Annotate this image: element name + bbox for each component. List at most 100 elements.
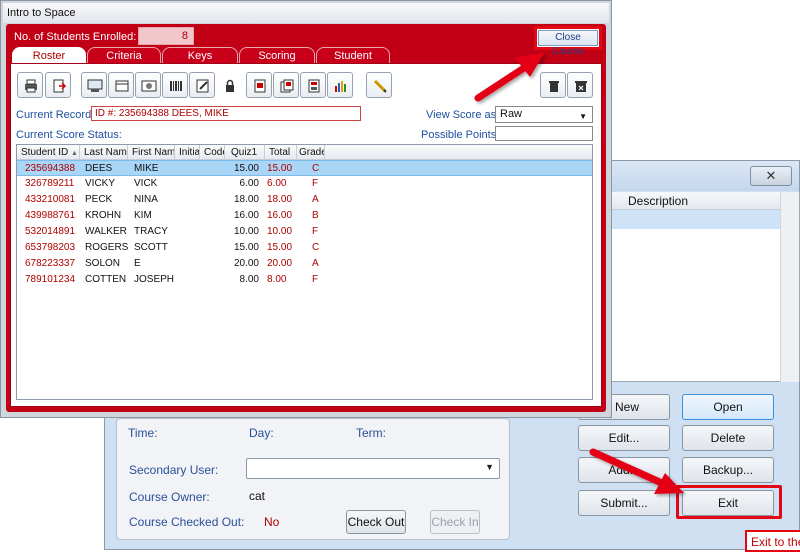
secondary-user-select[interactable]: ▼ <box>246 458 500 479</box>
view-score-select[interactable]: Raw ▼ <box>495 106 593 123</box>
pencil-icon <box>373 79 387 93</box>
course-owner-label: Course Owner: <box>129 490 210 504</box>
trash-button[interactable] <box>540 72 566 98</box>
student-id-cell: 235694388 <box>25 163 76 174</box>
first-name-cell: SCOTT <box>134 242 168 253</box>
last-name-cell: DEES <box>85 163 113 174</box>
last-name-cell: PECK <box>85 194 113 205</box>
lock-icon <box>226 79 234 92</box>
class-button[interactable] <box>81 72 107 98</box>
col-total[interactable]: Total <box>265 145 297 160</box>
view-score-value: Raw <box>500 108 523 120</box>
class-icon <box>87 79 103 92</box>
print-button[interactable] <box>17 72 43 98</box>
quiz1-cell: 15.00 <box>233 163 259 174</box>
delete-button[interactable]: Delete <box>682 425 774 451</box>
roster-table: Student ID ▲ Last Name First Name Initia… <box>16 144 593 400</box>
close-course-button[interactable]: Close Course <box>538 30 598 57</box>
tab-scoring[interactable]: Scoring <box>239 47 315 63</box>
total-cell: 16.00 <box>267 210 293 221</box>
quiz1-cell: 20.00 <box>233 258 259 269</box>
grade-cell: F <box>312 226 319 237</box>
time-label: Time: <box>128 426 158 440</box>
table-row[interactable]: 235694388 DEES MIKE 15.00 15.00 C <box>17 160 592 176</box>
page-button[interactable] <box>246 72 272 98</box>
window-title: Intro to Space <box>3 3 609 23</box>
table-row[interactable]: 439988761 KROHN KIM 16.00 16.00 B <box>17 208 592 224</box>
col-quiz1[interactable]: Quiz1 <box>225 145 265 160</box>
tab-roster[interactable]: Roster <box>12 47 86 64</box>
col-code[interactable]: Code <box>200 145 225 160</box>
export-icon <box>53 79 67 93</box>
current-score-status-label: Current Score Status: <box>16 129 122 141</box>
table-row[interactable]: 326789211 VICKY VICK 6.00 6.00 F <box>17 176 592 192</box>
tab-criteria[interactable]: Criteria <box>87 47 161 63</box>
sort-ascending-icon: ▲ <box>71 150 78 157</box>
chart-icon <box>335 81 346 92</box>
col-last-name[interactable]: Last Name <box>80 145 128 160</box>
grade-cell: C <box>312 163 320 174</box>
student-id-cell: 433210081 <box>25 194 76 205</box>
lock-button[interactable] <box>216 72 242 98</box>
col-student-id[interactable]: Student ID ▲ <box>17 145 80 160</box>
course-list-scrollbar[interactable] <box>780 192 799 382</box>
last-name-cell: COTTEN <box>85 274 127 285</box>
col-first-name[interactable]: First Name <box>128 145 175 160</box>
quiz1-cell: 6.00 <box>239 178 259 189</box>
calculator-button[interactable] <box>300 72 326 98</box>
col-grade[interactable]: Grade <box>297 145 325 160</box>
open-button[interactable]: Open <box>682 394 774 420</box>
last-name-cell: WALKER <box>85 226 127 237</box>
pages-button[interactable] <box>273 72 299 98</box>
exit-tooltip: Exit to the <box>745 530 800 552</box>
check-out-button[interactable]: Check Out <box>346 510 406 534</box>
edit-button[interactable]: Edit... <box>578 425 670 451</box>
calculator-icon <box>308 79 320 93</box>
check-in-button[interactable]: Check In <box>430 510 480 534</box>
tab-student[interactable]: Student <box>316 47 390 63</box>
first-name-cell: MIKE <box>134 163 159 174</box>
table-row[interactable]: 653798203 ROGERS SCOTT 15.00 15.00 C <box>17 240 592 256</box>
edit-icon <box>196 79 209 93</box>
barcode-button[interactable] <box>162 72 188 98</box>
quiz1-cell: 10.00 <box>233 226 259 237</box>
grade-cell: C <box>312 242 320 253</box>
close-window-button[interactable]: ✕ <box>750 166 792 186</box>
current-record-label: Current Record: <box>16 109 95 121</box>
grade-cell: A <box>312 194 319 205</box>
course-list-selected-row[interactable] <box>605 210 780 229</box>
delete-record-button[interactable] <box>567 72 593 98</box>
delete-icon <box>575 81 587 92</box>
backup-button[interactable]: Backup... <box>682 457 774 483</box>
student-id-cell: 789101234 <box>25 274 76 285</box>
quiz1-cell: 16.00 <box>233 210 259 221</box>
close-course-highlight: Close Course <box>534 26 602 57</box>
table-row[interactable]: 678223337 SOLON E 20.00 20.00 A <box>17 256 592 272</box>
trash-icon <box>549 81 559 92</box>
edit-record-button[interactable] <box>189 72 215 98</box>
term-label: Term: <box>356 426 386 440</box>
col-initial[interactable]: Initial <box>175 145 200 160</box>
exit-button[interactable]: Exit <box>682 490 774 516</box>
pages-icon <box>280 79 294 93</box>
day-label: Day: <box>249 426 274 440</box>
possible-points-input[interactable] <box>495 126 593 141</box>
tab-keys[interactable]: Keys <box>162 47 238 63</box>
box-button[interactable] <box>108 72 134 98</box>
submit-button[interactable]: Submit... <box>578 490 670 516</box>
quiz1-cell: 15.00 <box>233 242 259 253</box>
description-column-header[interactable]: Description <box>605 192 780 210</box>
total-cell: 6.00 <box>267 178 287 189</box>
first-name-cell: VICK <box>134 178 158 189</box>
add-button[interactable]: Add... <box>578 457 670 483</box>
possible-points-label: Possible Points: <box>421 129 500 141</box>
current-record-field: ID #: 235694388 DEES, MIKE <box>91 106 361 121</box>
export-button[interactable] <box>45 72 71 98</box>
table-row[interactable]: 532014891 WALKER TRACY 10.00 10.00 F <box>17 224 592 240</box>
chart-button[interactable] <box>327 72 353 98</box>
table-row[interactable]: 789101234 COTTEN JOSEPH 8.00 8.00 F <box>17 272 592 288</box>
photo-button[interactable] <box>135 72 161 98</box>
last-name-cell: VICKY <box>85 178 116 189</box>
pencil-button[interactable] <box>366 72 392 98</box>
table-row[interactable]: 433210081 PECK NINA 18.00 18.00 A <box>17 192 592 208</box>
